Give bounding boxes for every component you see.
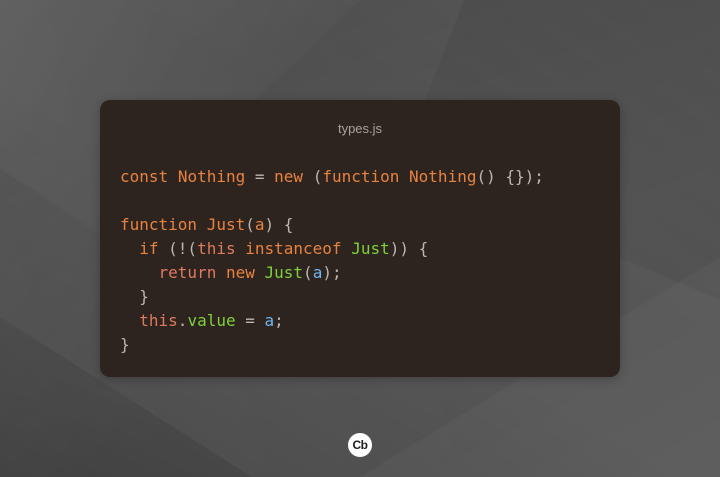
code-token: Just [351, 239, 390, 258]
code-token: = [245, 167, 275, 186]
code-token: Nothing [409, 167, 477, 186]
code-line: } [120, 285, 544, 309]
code-token: (!( [158, 239, 198, 258]
code-token: a [312, 263, 323, 282]
code-line: if (!(this instanceof Just)) { [120, 237, 544, 261]
code-token: ( [303, 263, 313, 282]
code-line: const Nothing = new (function Nothing() … [120, 165, 544, 189]
code-token: Just [206, 215, 246, 234]
code-token: = [235, 311, 265, 330]
code-line: function Just(a) { [120, 213, 544, 237]
code-token: ; [274, 311, 284, 330]
code-token: } [120, 287, 149, 306]
code-token: a [254, 215, 265, 234]
code-window: types.js const Nothing = new (function N… [100, 100, 620, 377]
code-token: Nothing [177, 167, 246, 186]
window-title: types.js [337, 121, 383, 136]
code-token: a [264, 311, 275, 330]
carbon-logo-icon[interactable]: Cb [348, 433, 372, 457]
code-token: Just [264, 263, 304, 282]
code-token: new [225, 263, 255, 282]
code-token: () {}); [476, 167, 544, 186]
code-line: this.value = a; [120, 309, 544, 333]
code-token: const [120, 167, 169, 186]
code-token: instanceof [245, 239, 342, 258]
code-token: if [139, 239, 159, 258]
code-token: value [187, 311, 236, 330]
code-token: . [177, 311, 188, 330]
code-block: const Nothing = new (function Nothing() … [120, 165, 544, 357]
code-line: return new Just(a); [120, 261, 544, 285]
code-line: } [120, 333, 544, 357]
code-token: return [158, 263, 217, 282]
code-token: )) { [389, 239, 429, 258]
code-token: new [274, 167, 304, 186]
code-token: ( [303, 167, 323, 186]
code-token: function [120, 215, 198, 234]
code-token: } [120, 335, 130, 354]
code-token: ); [322, 263, 342, 282]
code-token: this [139, 311, 178, 330]
code-token: this [197, 239, 236, 258]
code-token: ) { [264, 215, 294, 234]
code-token: function [322, 167, 400, 186]
code-token: ( [245, 215, 255, 234]
